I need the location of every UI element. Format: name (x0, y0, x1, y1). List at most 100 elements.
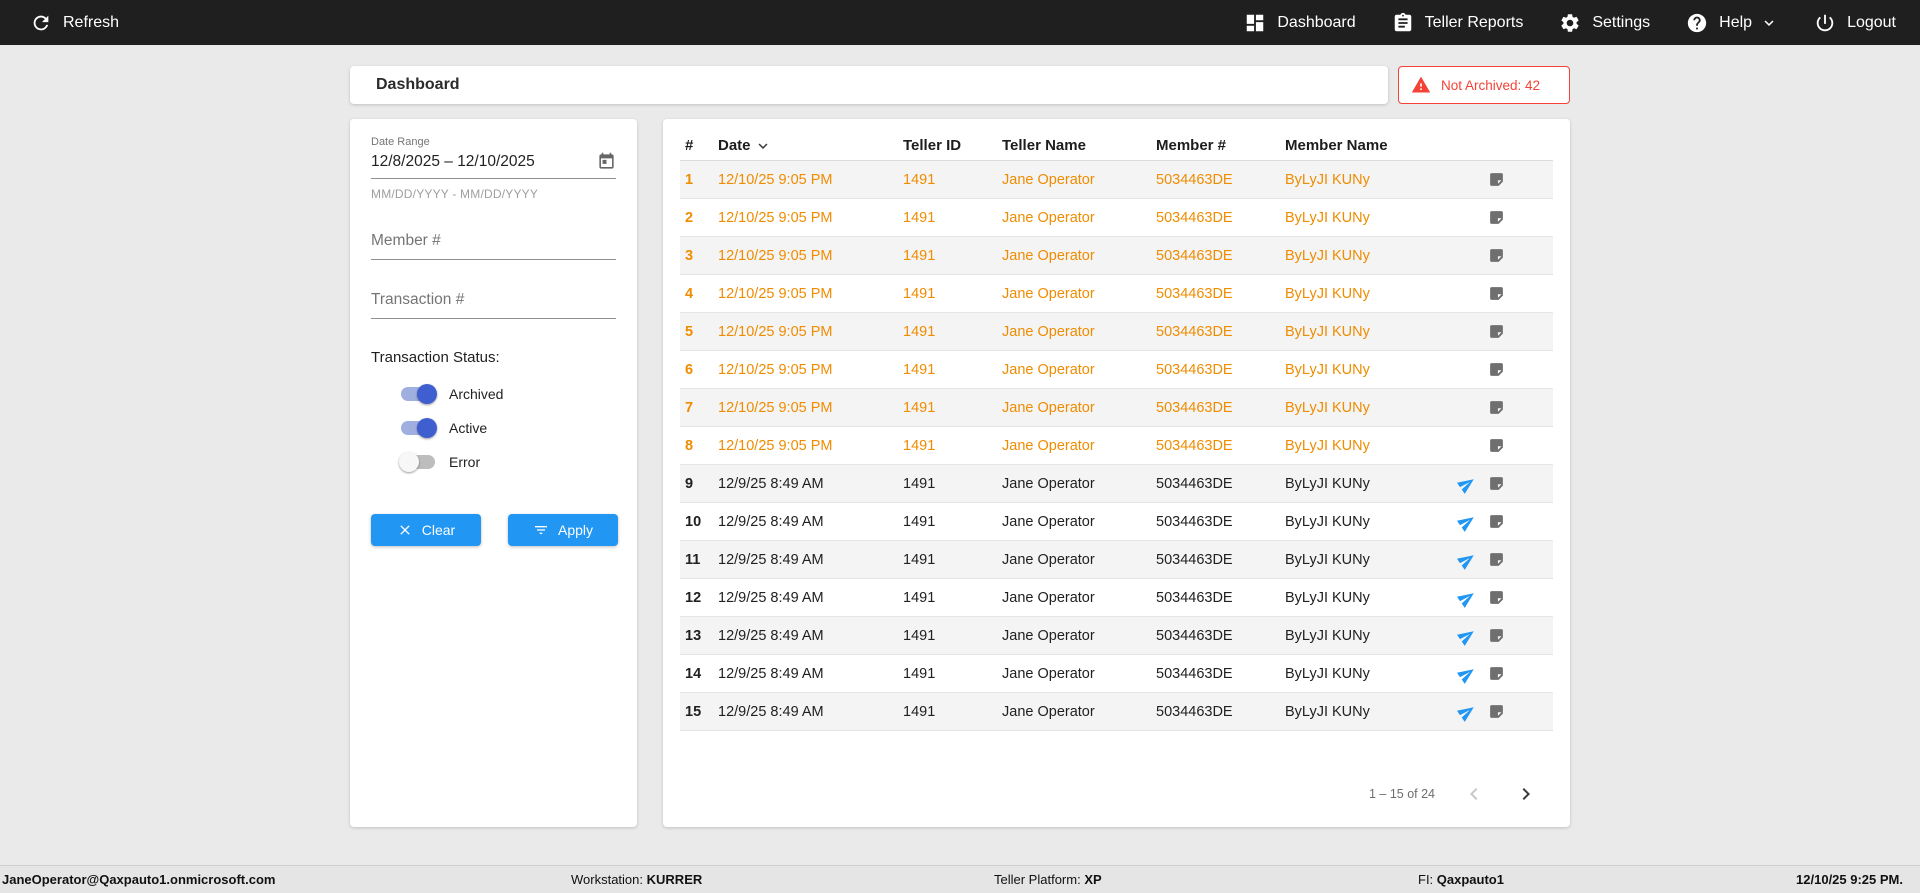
table-row[interactable]: 1412/9/25 8:49 AM1491Jane Operator503446… (680, 655, 1553, 693)
toggle-active[interactable] (401, 421, 435, 435)
assignment-icon (1392, 12, 1414, 34)
nav-teller-reports[interactable]: Teller Reports (1392, 12, 1524, 34)
note-slot (1486, 436, 1506, 456)
send-icon[interactable] (1455, 588, 1480, 608)
note-icon[interactable] (1488, 551, 1505, 568)
member-number-input[interactable] (371, 228, 616, 260)
send-slot (1457, 588, 1477, 608)
note-icon[interactable] (1488, 323, 1505, 340)
send-slot (1457, 702, 1477, 722)
cell-actions (1455, 474, 1553, 494)
nav-settings[interactable]: Settings (1559, 12, 1650, 34)
prev-page-button[interactable] (1461, 781, 1487, 807)
refresh-button[interactable]: Refresh (30, 12, 119, 34)
cell-teller-id: 1491 (903, 514, 1002, 530)
cell-teller-id: 1491 (903, 248, 1002, 264)
note-icon[interactable] (1488, 703, 1505, 720)
note-slot (1486, 588, 1506, 608)
note-icon[interactable] (1488, 627, 1505, 644)
cell-member-name: ByLyJI KUNy (1285, 248, 1455, 264)
note-icon[interactable] (1488, 171, 1505, 188)
nav-logout[interactable]: Logout (1814, 12, 1896, 34)
col-member-name[interactable]: Member Name (1285, 137, 1455, 154)
table-row[interactable]: 812/10/25 9:05 PM1491Jane Operator503446… (680, 427, 1553, 465)
date-range-hint: MM/DD/YYYY - MM/DD/YYYY (371, 187, 616, 201)
note-icon[interactable] (1488, 665, 1505, 682)
table-row[interactable]: 912/9/25 8:49 AM1491Jane Operator5034463… (680, 465, 1553, 503)
nav-dashboard[interactable]: Dashboard (1244, 12, 1355, 34)
table-row[interactable]: 612/10/25 9:05 PM1491Jane Operator503446… (680, 351, 1553, 389)
toggle-label: Error (449, 454, 480, 470)
toggle-archived[interactable] (401, 387, 435, 401)
cell-date: 12/9/25 8:49 AM (718, 476, 903, 492)
table-row[interactable]: 1212/9/25 8:49 AM1491Jane Operator503446… (680, 579, 1553, 617)
calendar-button[interactable] (597, 152, 616, 171)
cell-date: 12/10/25 9:05 PM (718, 172, 903, 188)
sort-desc-icon (754, 137, 772, 155)
content-row: Date Range 12/8/2025 – 12/10/2025 MM/DD/… (350, 119, 1570, 827)
table-row[interactable]: 112/10/25 9:05 PM1491Jane Operator503446… (680, 161, 1553, 199)
table-row[interactable]: 412/10/25 9:05 PM1491Jane Operator503446… (680, 275, 1553, 313)
cell-member-name: ByLyJI KUNy (1285, 324, 1455, 340)
note-icon[interactable] (1488, 285, 1505, 302)
note-icon[interactable] (1488, 475, 1505, 492)
note-icon[interactable] (1488, 437, 1505, 454)
next-page-button[interactable] (1513, 781, 1539, 807)
topbar: Refresh Dashboard Teller Reports Settings H… (0, 0, 1920, 45)
row-number: 15 (680, 704, 718, 720)
row-number: 12 (680, 590, 718, 606)
send-icon[interactable] (1455, 474, 1480, 494)
send-icon[interactable] (1455, 664, 1480, 684)
nav-help[interactable]: Help (1686, 12, 1778, 34)
table-row[interactable]: 1112/9/25 8:49 AM1491Jane Operator503446… (680, 541, 1553, 579)
col-teller-name[interactable]: Teller Name (1002, 137, 1156, 154)
date-range-field[interactable]: 12/8/2025 – 12/10/2025 (371, 152, 616, 179)
table-row[interactable]: 1512/9/25 8:49 AM1491Jane Operator503446… (680, 693, 1553, 731)
col-date-label: Date (718, 137, 751, 154)
row-number: 13 (680, 628, 718, 644)
col-num[interactable]: # (680, 137, 718, 154)
apply-button[interactable]: Apply (508, 514, 618, 546)
note-icon[interactable] (1488, 209, 1505, 226)
row-number: 11 (680, 552, 718, 568)
apply-label: Apply (558, 522, 593, 538)
send-slot (1457, 208, 1477, 228)
col-teller-id[interactable]: Teller ID (903, 137, 1002, 154)
table-row[interactable]: 212/10/25 9:05 PM1491Jane Operator503446… (680, 199, 1553, 237)
table-row[interactable]: 512/10/25 9:05 PM1491Jane Operator503446… (680, 313, 1553, 351)
table-row[interactable]: 1012/9/25 8:49 AM1491Jane Operator503446… (680, 503, 1553, 541)
send-icon[interactable] (1455, 626, 1480, 646)
clear-button[interactable]: Clear (371, 514, 481, 546)
header-row: Dashboard Not Archived: 42 (350, 66, 1570, 104)
col-member-num[interactable]: Member # (1156, 137, 1285, 154)
note-icon[interactable] (1488, 361, 1505, 378)
nav-label: Settings (1592, 14, 1650, 32)
table-row[interactable]: 712/10/25 9:05 PM1491Jane Operator503446… (680, 389, 1553, 427)
send-icon[interactable] (1455, 702, 1480, 722)
cell-member-number: 5034463DE (1156, 552, 1285, 568)
send-icon[interactable] (1455, 512, 1480, 532)
nav-label: Teller Reports (1425, 14, 1524, 32)
table-row[interactable]: 1312/9/25 8:49 AM1491Jane Operator503446… (680, 617, 1553, 655)
note-icon[interactable] (1488, 513, 1505, 530)
note-icon[interactable] (1488, 399, 1505, 416)
toggle-label: Archived (449, 386, 503, 402)
transaction-number-input[interactable] (371, 287, 616, 319)
note-icon[interactable] (1488, 247, 1505, 264)
teller-platform-info: Teller Platform: XP (994, 866, 1102, 893)
send-slot (1457, 170, 1477, 190)
table-row[interactable]: 312/10/25 9:05 PM1491Jane Operator503446… (680, 237, 1553, 275)
not-archived-badge[interactable]: Not Archived: 42 (1398, 66, 1570, 104)
table-body: 112/10/25 9:05 PM1491Jane Operator503446… (680, 161, 1553, 731)
row-number: 3 (680, 248, 718, 264)
refresh-label: Refresh (63, 14, 119, 32)
date-range-label: Date Range (371, 136, 616, 148)
cell-teller-name: Jane Operator (1002, 438, 1156, 454)
send-icon[interactable] (1455, 550, 1480, 570)
cell-member-name: ByLyJI KUNy (1285, 400, 1455, 416)
toggle-label: Active (449, 420, 487, 436)
toggle-error[interactable] (401, 455, 435, 469)
send-slot (1457, 474, 1477, 494)
col-date[interactable]: Date (718, 137, 903, 155)
note-icon[interactable] (1488, 589, 1505, 606)
